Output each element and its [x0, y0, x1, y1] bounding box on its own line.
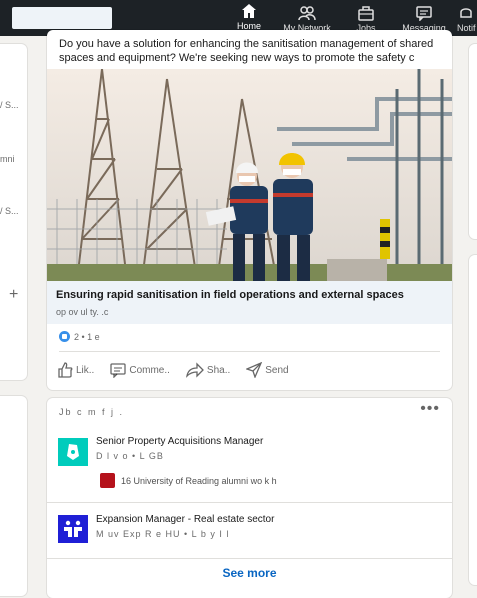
nav-notifications[interactable]: Notif [457, 0, 477, 36]
left-snippet-1: / S... [0, 100, 19, 110]
see-more-jobs-button[interactable]: See more [47, 558, 452, 580]
like-reaction-icon [59, 331, 70, 342]
company-logo [58, 515, 88, 543]
reactions-summary[interactable]: 2 • 1 e [59, 331, 100, 342]
jobs-recommendations-card: Jb c m f j . ••• Senior Property Acquisi… [47, 398, 452, 598]
alumni-text: 16 University of Reading alumni wo k h [121, 475, 277, 486]
reactions-count: 2 • 1 e [74, 331, 100, 342]
bell-icon [460, 8, 472, 18]
job-title[interactable]: Expansion Manager - Real estate sector [96, 514, 274, 525]
comment-label: Comme.. [129, 364, 170, 376]
comment-button[interactable]: Comme.. [110, 362, 170, 378]
post-divider [59, 351, 440, 352]
comment-icon [110, 363, 126, 378]
add-icon[interactable]: + [9, 286, 18, 304]
left-snippet-3: / S... [0, 206, 19, 216]
briefcase-icon [358, 6, 374, 21]
share-label: Sha.. [206, 364, 231, 376]
chat-icon [416, 6, 432, 21]
search-input[interactable] [12, 7, 112, 29]
right-sidebar-card-2 [469, 255, 477, 585]
send-icon [246, 362, 263, 378]
send-button[interactable]: Send [246, 362, 289, 378]
thumbs-up-icon [58, 362, 73, 378]
deliveroo-logo [58, 438, 88, 466]
nav-notifications-label: Notif [457, 23, 476, 33]
job-title[interactable]: Senior Property Acquisitions Manager [96, 436, 263, 447]
post-body: Do you have a solution for enhancing the… [59, 38, 434, 64]
more-options-icon[interactable]: ••• [420, 400, 440, 418]
home-icon [242, 4, 256, 18]
like-label: Lik.. [76, 364, 95, 376]
like-button[interactable]: Lik.. [57, 362, 94, 378]
article-source: op ov ul ty. .c [56, 307, 109, 317]
share-arrow-icon [185, 362, 204, 378]
post-actions: Lik.. Comme.. Sha.. Send [57, 362, 305, 378]
job-divider [47, 502, 452, 503]
share-button[interactable]: Sha.. [185, 362, 231, 378]
left-sidebar-card: / S... mni / S... + [0, 44, 27, 380]
article-link[interactable]: Ensuring rapid sanitisation in field ope… [47, 281, 452, 324]
send-label: Send [265, 364, 289, 376]
right-sidebar-card [469, 44, 477, 239]
job-company: M uv Exp R e HU • L b y I l [96, 529, 230, 539]
feed-post: Do you have a solution for enhancing the… [47, 30, 452, 390]
left-sidebar-card-2 [0, 396, 27, 596]
jobs-header: Jb c m f j . [59, 407, 125, 417]
post-image[interactable] [47, 69, 452, 281]
job-company: D l v o • L GB [96, 451, 164, 461]
article-title: Ensuring rapid sanitisation in field ope… [56, 289, 404, 301]
left-snippet-2: mni [0, 154, 15, 164]
people-icon [298, 6, 316, 21]
alumni-insight: 16 University of Reading alumni wo k h [100, 473, 277, 488]
university-logo-icon [100, 473, 115, 488]
